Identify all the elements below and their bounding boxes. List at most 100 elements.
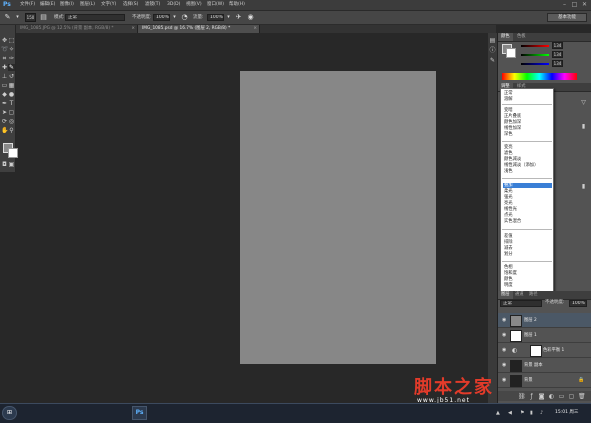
blend-option[interactable]: 排除 — [503, 240, 552, 245]
red-track[interactable] — [521, 45, 549, 47]
blend-option[interactable]: 变暗 — [503, 108, 552, 113]
eye-icon[interactable]: ◉ — [502, 348, 506, 353]
color-spectrum-bar[interactable] — [502, 73, 577, 80]
eye-icon[interactable]: ◉ — [502, 363, 506, 368]
tray-battery-icon[interactable]: ▮ — [530, 410, 533, 416]
move-tool-icon[interactable]: ✥ — [1, 37, 8, 44]
blend-option[interactable]: 线性加深 — [503, 126, 552, 131]
blend-option[interactable]: 减去 — [503, 246, 552, 251]
menu-3d[interactable]: 3D(D) — [167, 2, 180, 8]
lasso-tool-icon[interactable]: ➰ — [1, 46, 8, 53]
blend-option[interactable]: 柔光 — [503, 189, 552, 194]
blend-mode-dropdown[interactable]: 正常 溶解 变暗 正片叠底 颜色加深 线性加深 深色 变亮 滤色 颜色减淡 线性… — [500, 88, 554, 293]
crop-tool-icon[interactable]: ⌗ — [1, 55, 8, 62]
brush-preset-picker[interactable]: 150 — [25, 13, 36, 22]
screen-mode-icon[interactable]: ▣ — [8, 161, 15, 168]
blend-option[interactable]: 饱和度 — [503, 271, 552, 276]
menu-select[interactable]: 选择(S) — [123, 2, 138, 8]
levels-adjust-icon[interactable]: ▽ — [580, 99, 587, 106]
blend-option[interactable]: 色相 — [503, 265, 552, 270]
eye-icon[interactable]: ◉ — [502, 333, 506, 338]
healing-brush-tool-icon[interactable]: ✚ — [1, 64, 8, 71]
tray-volume-icon[interactable]: ◀ — [508, 410, 512, 416]
blend-option[interactable]: 颜色减淡 — [503, 157, 552, 162]
menu-help[interactable]: 帮助(H) — [229, 2, 245, 8]
quick-select-tool-icon[interactable]: ✧ — [8, 46, 15, 53]
bg-color-chip[interactable] — [506, 48, 516, 58]
brush-tool-icon[interactable]: ✎ — [3, 13, 12, 22]
green-value-input[interactable]: 134 — [552, 51, 563, 58]
tab-img-psd[interactable]: IMG_1085.psd @ 16.7% (图层 2, RGB/8) * × — [138, 25, 260, 33]
brush-panel-icon[interactable]: ✎ — [489, 57, 496, 64]
tray-flag-icon[interactable]: ⚑ — [520, 410, 524, 416]
blend-option[interactable]: 溶解 — [503, 97, 552, 102]
menu-filter[interactable]: 滤镜(T) — [145, 2, 160, 8]
menu-file[interactable]: 文件(F) — [20, 2, 35, 8]
pressure-size-icon[interactable]: ◉ — [246, 13, 255, 22]
eyedropper-tool-icon[interactable]: ✑ — [8, 55, 15, 62]
blend-option[interactable]: 颜色加深 — [503, 120, 552, 125]
tray-network-icon[interactable]: ▲ — [496, 410, 500, 416]
history-panel-icon[interactable]: ▤ — [489, 37, 496, 44]
photoshop-logo[interactable]: Ps — [3, 1, 12, 9]
close-icon[interactable]: × — [253, 25, 257, 33]
airbrush-icon[interactable]: ✈ — [234, 13, 243, 22]
pressure-opacity-icon[interactable]: ◔ — [180, 13, 189, 22]
blend-option[interactable]: 差值 — [503, 234, 552, 239]
background-color-swatch[interactable] — [8, 148, 18, 158]
gradient-tool-icon[interactable]: ▦ — [8, 82, 15, 89]
menu-edit[interactable]: 编辑(E) — [40, 2, 55, 8]
eye-icon[interactable]: ◉ — [502, 318, 506, 323]
close-icon[interactable]: × — [131, 25, 135, 33]
blend-option[interactable]: 实色混合 — [503, 219, 552, 224]
mode-select[interactable]: 正常 — [65, 14, 125, 21]
tab-channels[interactable]: 通道 — [512, 291, 527, 299]
tab-swatches[interactable]: 色板 — [514, 33, 529, 41]
path-select-tool-icon[interactable]: ➤ — [1, 109, 8, 116]
green-track[interactable] — [521, 54, 549, 56]
new-adjustment-icon[interactable]: ◐ — [548, 393, 555, 400]
tab-layers[interactable]: 图层 — [498, 291, 513, 299]
maximize-button[interactable]: □ — [570, 1, 579, 8]
layer-blend-mode-select[interactable]: 正常 — [500, 300, 542, 307]
type-tool-icon[interactable]: T — [8, 100, 15, 107]
3d-orbit-tool-icon[interactable]: ◎ — [8, 118, 15, 125]
blend-option[interactable]: 浅色 — [503, 169, 552, 174]
hand-tool-icon[interactable]: ✋ — [1, 127, 8, 134]
layer-row[interactable]: ◉ 图层 1 — [498, 328, 591, 343]
shape-tool-icon[interactable]: ▢ — [8, 109, 15, 116]
layer-row[interactable]: ◉ 背景 副本 — [498, 358, 591, 373]
workspace-switcher[interactable]: 基本功能 — [547, 13, 587, 22]
tray-speaker-icon[interactable]: ♪ — [540, 410, 543, 416]
menu-view[interactable]: 视图(V) — [186, 2, 202, 8]
menu-window[interactable]: 窗口(W) — [207, 2, 224, 8]
panel-scroll-icon[interactable]: ▮ — [580, 123, 587, 130]
zoom-tool-icon[interactable]: ⚲ — [8, 127, 15, 134]
add-mask-icon[interactable]: ◙ — [538, 393, 545, 400]
blend-option[interactable]: 线性减淡（添加） — [503, 163, 552, 168]
properties-panel-icon[interactable]: ⓘ — [489, 47, 496, 54]
menu-image[interactable]: 图像(I) — [60, 2, 74, 8]
blend-option[interactable]: 亮光 — [503, 201, 552, 206]
brush-panel-toggle-icon[interactable]: ▤ — [39, 13, 48, 22]
blend-option[interactable]: 深色 — [503, 132, 552, 137]
blend-option[interactable]: 线性光 — [503, 207, 552, 212]
opacity-input[interactable]: 100% — [153, 14, 170, 21]
close-window-button[interactable]: ✕ — [580, 1, 589, 8]
chevron-down-icon[interactable]: ▾ — [224, 13, 233, 22]
tab-img-jpg[interactable]: IMG_1085.JPG @ 12.5% (背景 副本, RGB/8) * × — [16, 25, 138, 33]
panel-scroll-icon[interactable]: ▮ — [580, 183, 587, 190]
3d-rotate-tool-icon[interactable]: ⟳ — [1, 118, 8, 125]
blend-option[interactable]: 正常 — [503, 91, 552, 96]
blend-option[interactable]: 变亮 — [503, 145, 552, 150]
red-value-input[interactable]: 134 — [552, 42, 563, 49]
blend-option[interactable]: 明度 — [503, 283, 552, 288]
history-brush-tool-icon[interactable]: ↺ — [8, 73, 15, 80]
blue-value-input[interactable]: 134 — [552, 60, 563, 67]
quick-mask-icon[interactable]: ◘ — [1, 161, 8, 168]
pen-tool-icon[interactable]: ✒ — [1, 100, 8, 107]
tab-paths[interactable]: 路径 — [526, 291, 541, 299]
layer-style-icon[interactable]: ƒ — [528, 393, 535, 400]
menu-type[interactable]: 文字(Y) — [101, 2, 116, 8]
blend-option[interactable]: 颜色 — [503, 277, 552, 282]
